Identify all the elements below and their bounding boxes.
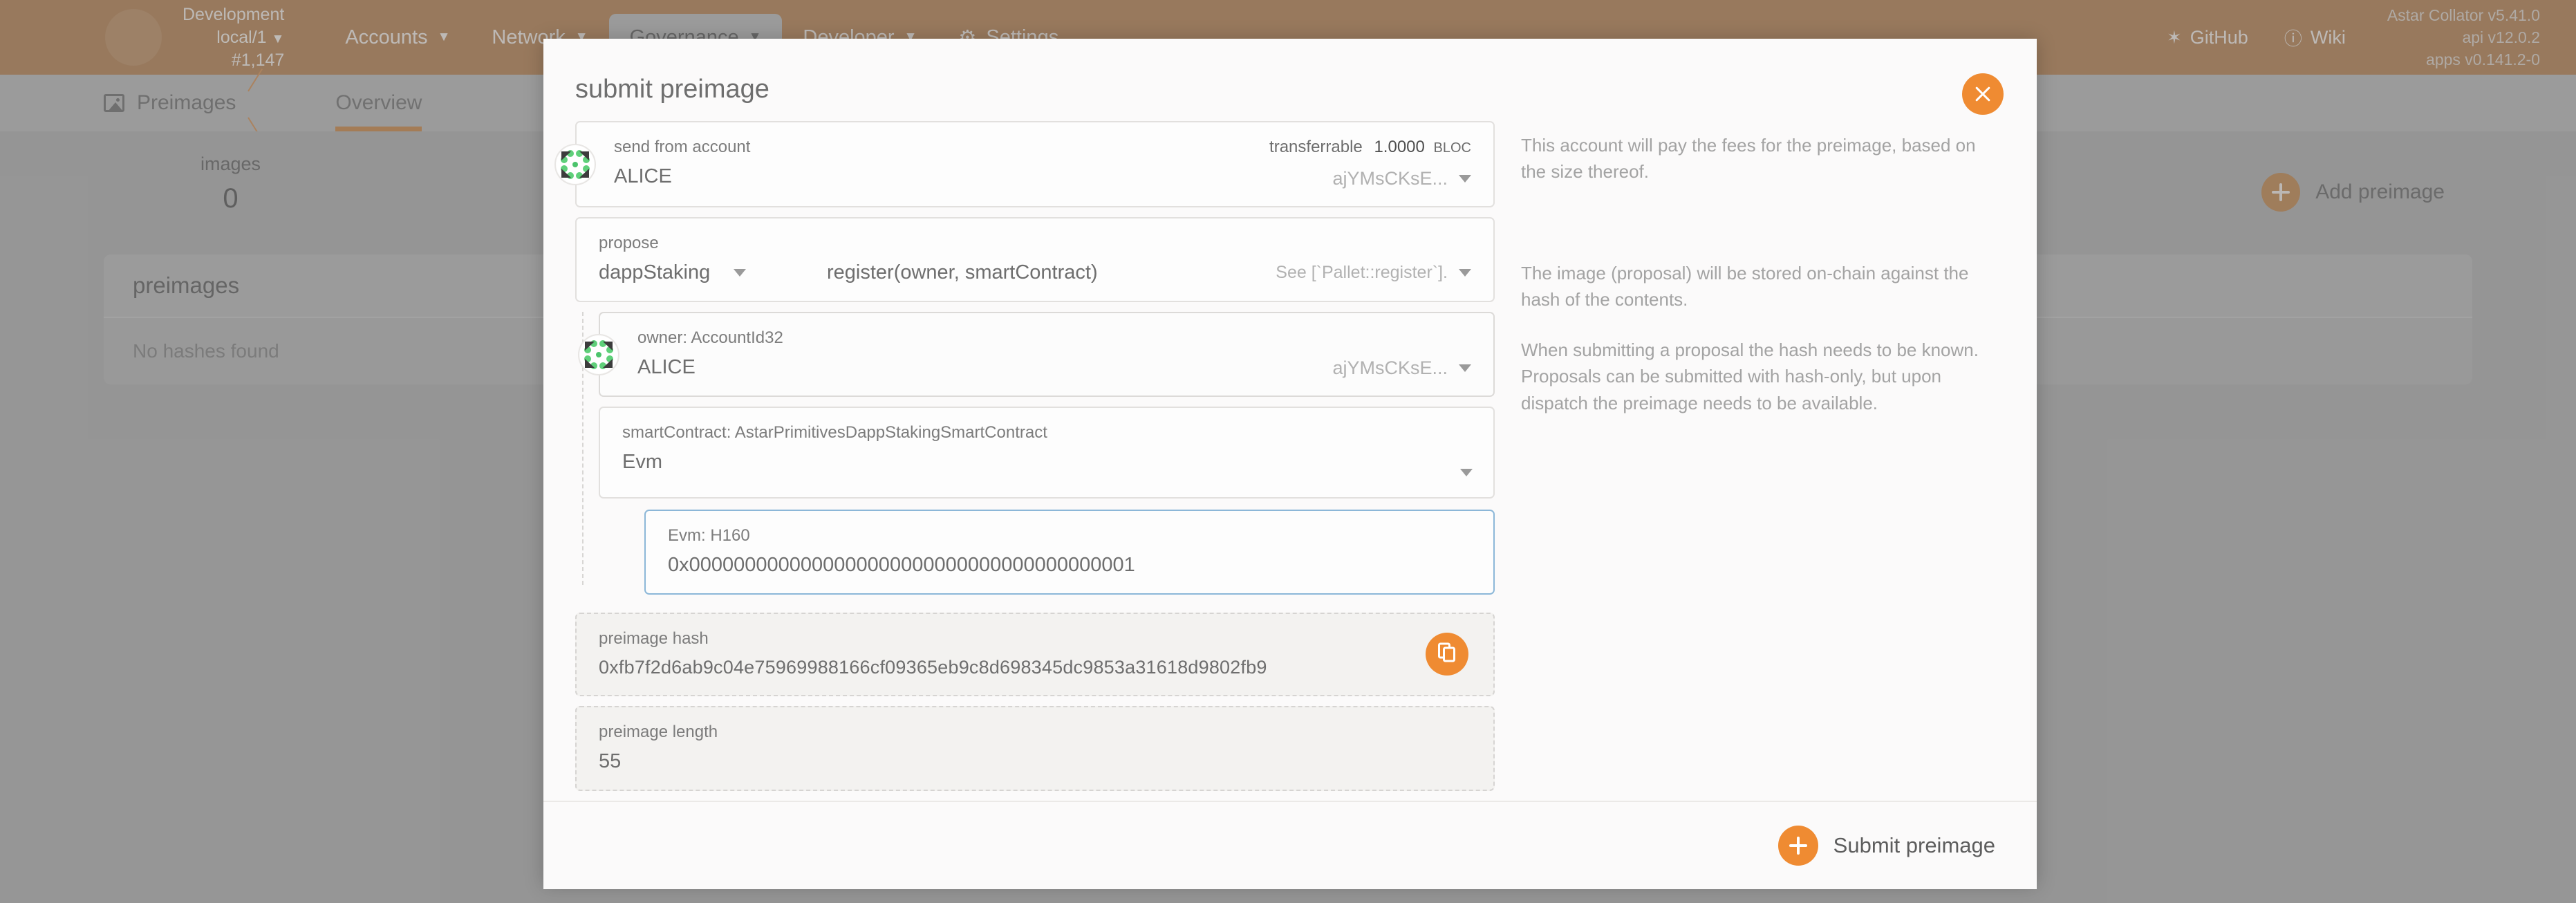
- propose-method-dropdown[interactable]: register(owner, smartContract): [827, 261, 1276, 284]
- propose-method-doc[interactable]: See [`Pallet::register`].: [1276, 263, 1471, 283]
- submit-preimage-modal: submit preimage: [543, 39, 2037, 885]
- preimage-hash-box: preimage hash 0xfb7f2d6ab9c04e7596998816…: [575, 613, 1495, 696]
- propose-pallet-value: dappStaking: [599, 261, 710, 284]
- send-from-account-name: ALICE: [614, 165, 750, 188]
- preimage-hash-field: preimage hash 0xfb7f2d6ab9c04e7596998816…: [575, 613, 1495, 696]
- owner-field: owner: AccountId32 ALICE ajYMsCKsE...: [599, 312, 1495, 397]
- evm-h160-value: 0x00000000000000000000000000000000000000…: [668, 554, 1471, 577]
- smart-contract-label: smartContract: AstarPrimitivesDappStakin…: [622, 423, 1471, 443]
- help-hash-known: When submitting a proposal the hash need…: [1521, 337, 2005, 416]
- submit-preimage-label: Submit preimage: [1833, 833, 1995, 858]
- submit-preimage-button[interactable]: Submit preimage: [1778, 826, 1995, 866]
- copy-icon[interactable]: [1426, 633, 1468, 676]
- modal-body: send from account ALICE transferrable 1.…: [543, 121, 2037, 801]
- smart-contract-box[interactable]: smartContract: AstarPrimitivesDappStakin…: [599, 407, 1495, 499]
- propose-params-group: owner: AccountId32 ALICE ajYMsCKsE...: [575, 312, 1495, 595]
- avatar: [578, 334, 619, 375]
- owner-box[interactable]: owner: AccountId32 ALICE ajYMsCKsE...: [599, 312, 1495, 397]
- modal-header: submit preimage: [543, 39, 2037, 121]
- preimage-hash-label: preimage hash: [599, 629, 1267, 649]
- copy-glyph: [1438, 642, 1456, 665]
- send-from-account-label: send from account: [614, 138, 750, 157]
- avatar: [554, 144, 596, 185]
- preimage-length-value: 55: [599, 750, 1471, 773]
- transferrable-label: transferrable: [1269, 138, 1363, 156]
- modal-footer: Submit preimage: [543, 801, 2037, 889]
- chevron-down-icon: [734, 269, 746, 277]
- chevron-down-icon[interactable]: [1460, 469, 1473, 476]
- chevron-down-icon: [1459, 364, 1471, 372]
- preimage-length-box: preimage length 55: [575, 706, 1495, 791]
- close-icon[interactable]: [1962, 73, 2004, 115]
- transferrable-amount: 1.0000: [1374, 138, 1424, 156]
- send-from-account-field: send from account ALICE transferrable 1.…: [575, 121, 1495, 207]
- owner-address-dropdown[interactable]: ajYMsCKsE...: [1332, 357, 1471, 379]
- help-stored-onchain: The image (proposal) will be stored on-c…: [1521, 260, 2005, 313]
- chevron-down-icon: [1459, 175, 1471, 183]
- owner-address-short: ajYMsCKsE...: [1332, 357, 1448, 379]
- modal-title: submit preimage: [575, 75, 1988, 104]
- propose-pallet-dropdown[interactable]: dappStaking: [599, 261, 827, 284]
- preimage-length-field: preimage length 55: [575, 706, 1495, 791]
- propose-box: propose dappStaking register(owner, smar…: [575, 217, 1495, 302]
- evm-h160-input[interactable]: Evm: H160 0x0000000000000000000000000000…: [644, 510, 1495, 595]
- chevron-down-icon: [1459, 269, 1471, 277]
- modal-help-column: This account will pay the fees for the p…: [1495, 121, 2005, 801]
- send-from-account-box[interactable]: send from account ALICE transferrable 1.…: [575, 121, 1495, 207]
- evm-field: Evm: H160 0x0000000000000000000000000000…: [599, 510, 1495, 595]
- transferrable-unit: BLOC: [1434, 140, 1471, 156]
- owner-label: owner: AccountId32: [637, 328, 783, 348]
- smart-contract-value: Evm: [622, 451, 1471, 474]
- account-address-dropdown[interactable]: ajYMsCKsE...: [1269, 168, 1471, 189]
- evm-h160-label: Evm: H160: [668, 526, 1471, 546]
- propose-field: propose dappStaking register(owner, smar…: [575, 217, 1495, 302]
- account-address-short: ajYMsCKsE...: [1332, 168, 1448, 189]
- preimage-hash-value: 0xfb7f2d6ab9c04e75969988166cf09365eb9c8d…: [599, 657, 1267, 678]
- plus-icon: [1778, 826, 1818, 866]
- smart-contract-field: smartContract: AstarPrimitivesDappStakin…: [599, 407, 1495, 595]
- preimage-length-label: preimage length: [599, 723, 1471, 742]
- modal-form-column: send from account ALICE transferrable 1.…: [575, 121, 1495, 801]
- propose-label: propose: [599, 234, 1471, 253]
- propose-doc-text: See [`Pallet::register`].: [1276, 263, 1448, 283]
- transferrable-balance: transferrable 1.0000 BLOC: [1269, 138, 1471, 157]
- help-account-fees: This account will pay the fees for the p…: [1521, 132, 2005, 185]
- owner-name: ALICE: [637, 356, 783, 379]
